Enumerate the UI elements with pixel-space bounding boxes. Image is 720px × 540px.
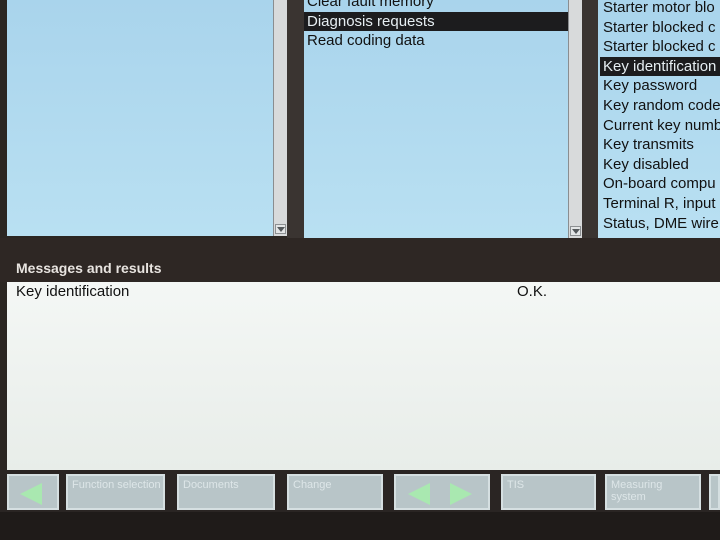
function-list-item-selected[interactable]: Diagnosis requests: [304, 11, 568, 32]
left-arrow-icon: [20, 483, 42, 505]
page-navigation-button[interactable]: [394, 474, 490, 510]
request-list-item-selected[interactable]: Key identification: [600, 56, 720, 77]
left-pane-scrollbar[interactable]: [273, 0, 288, 236]
request-list-item[interactable]: Starter blocked c: [600, 37, 720, 57]
request-list-item[interactable]: Current key numb: [600, 116, 720, 136]
request-list-item[interactable]: Key password: [600, 76, 720, 96]
message-result: O.K.: [517, 283, 548, 300]
documents-label: Documents: [183, 479, 239, 491]
pane-separator: [287, 0, 304, 238]
next-arrow-icon[interactable]: [450, 483, 472, 505]
messages-panel: Key identification O.K.: [7, 282, 720, 470]
request-list-item[interactable]: Key random code: [600, 96, 720, 116]
function-selection-label: Function selection: [72, 479, 161, 491]
request-list-item[interactable]: Status, DME wire: [600, 214, 720, 234]
message-name: Key identification: [16, 283, 130, 300]
function-list: Clear fault memory Diagnosis requests Re…: [304, 0, 568, 51]
bottom-strip: [0, 512, 720, 540]
request-list-item[interactable]: Starter motor blo: [600, 0, 720, 18]
request-list-item[interactable]: Starter blocked c: [600, 18, 720, 38]
messages-title: Messages and results: [16, 260, 162, 276]
function-selection-button[interactable]: Function selection: [66, 474, 165, 510]
back-button[interactable]: [7, 474, 59, 510]
messages-header: Messages and results: [0, 238, 720, 282]
pane-separator: [582, 0, 598, 238]
extra-button[interactable]: [709, 474, 720, 510]
function-list-item[interactable]: Clear fault memory: [304, 0, 568, 12]
documents-button[interactable]: Documents: [177, 474, 275, 510]
request-list-item[interactable]: Key disabled: [600, 155, 720, 175]
tis-button[interactable]: TIS: [501, 474, 596, 510]
request-list-item[interactable]: Terminal R, input: [600, 194, 720, 214]
scroll-down-arrow-icon[interactable]: [275, 224, 286, 234]
change-button[interactable]: Change: [287, 474, 383, 510]
request-list-item[interactable]: Key transmits: [600, 135, 720, 155]
scroll-down-arrow-icon[interactable]: [570, 226, 581, 236]
function-list-scrollbar[interactable]: [568, 0, 583, 238]
measuring-system-label: Measuring system: [611, 479, 663, 503]
change-label: Change: [293, 479, 332, 491]
tis-label: TIS: [507, 479, 525, 491]
previous-arrow-icon[interactable]: [408, 483, 430, 505]
measuring-system-button[interactable]: Measuring system: [605, 474, 701, 510]
request-list-item[interactable]: On-board compu: [600, 174, 720, 194]
left-pane: [7, 0, 273, 236]
function-list-item[interactable]: Read coding data: [304, 31, 568, 51]
request-list: Starter motor blo Starter blocked c Star…: [600, 0, 720, 233]
